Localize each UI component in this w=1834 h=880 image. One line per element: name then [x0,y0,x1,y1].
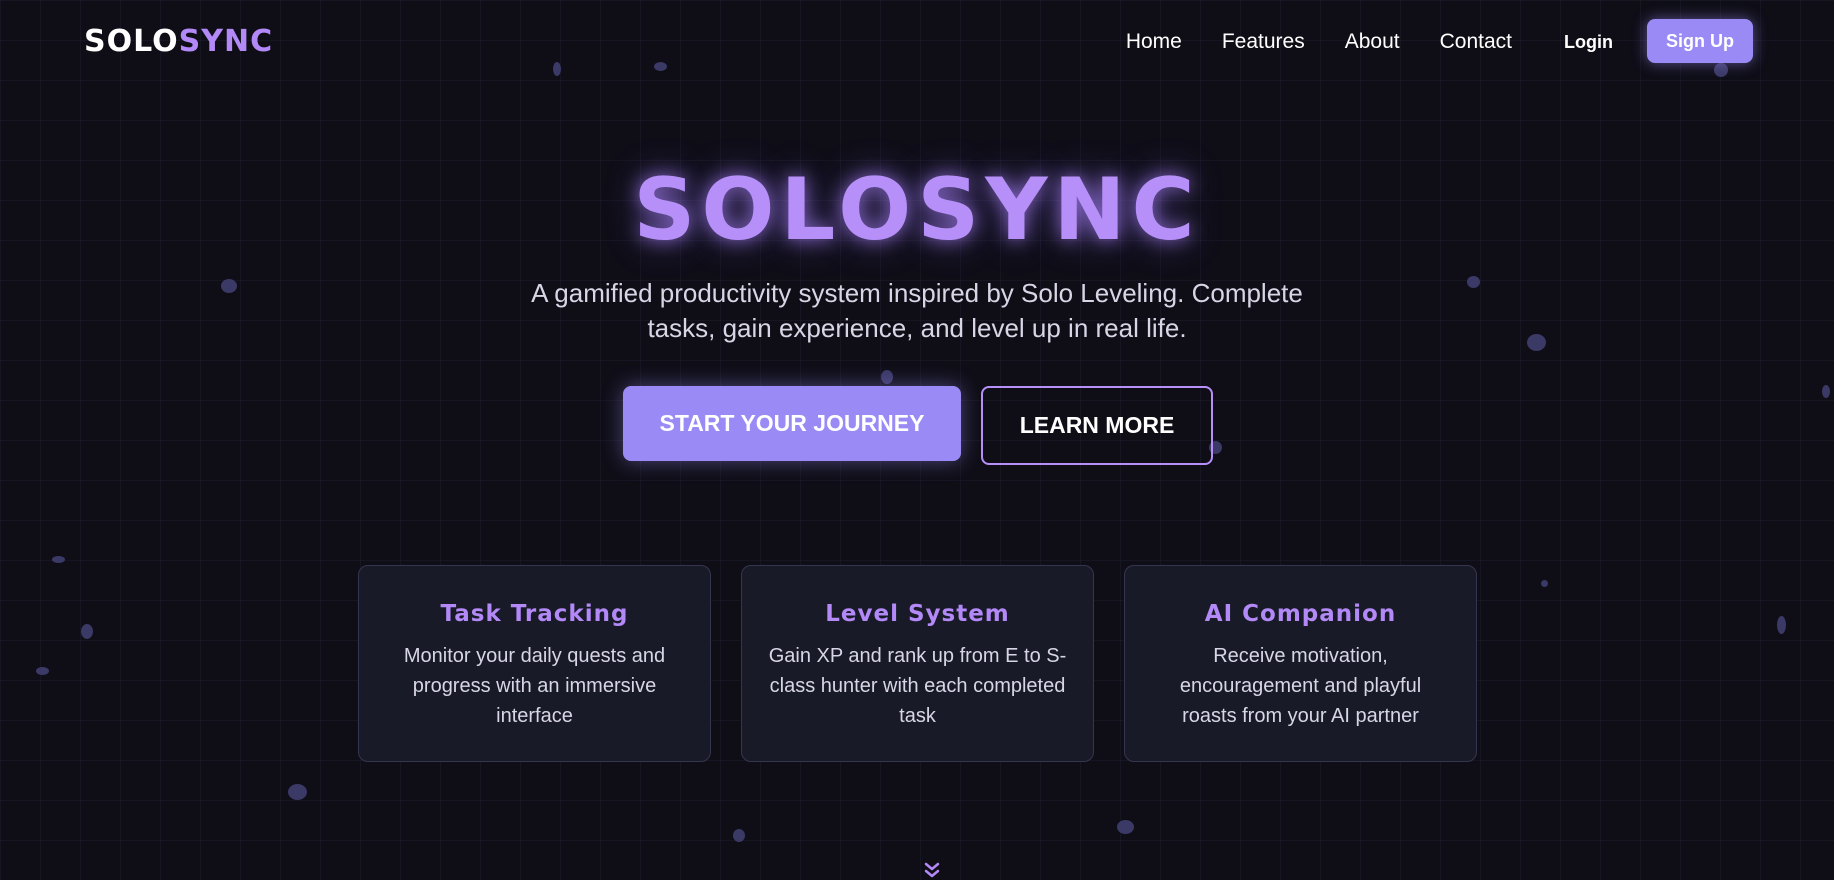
feature-card-ai-companion: AI Companion Receive motivation, encoura… [1124,565,1477,762]
feature-card-title: Level System [825,601,1010,627]
signup-button[interactable]: Sign Up [1647,19,1753,63]
nav-link-about[interactable]: About [1345,29,1400,55]
feature-card-level-system: Level System Gain XP and rank up from E … [741,565,1094,762]
feature-card-description: Gain XP and rank up from E to S-class hu… [768,645,1067,727]
hero-title: SOLOSYNC [633,160,1201,260]
nav-link-contact[interactable]: Contact [1440,29,1512,55]
particle-decoration [221,279,237,293]
feature-card-task-tracking: Task Tracking Monitor your daily quests … [358,565,711,762]
brand-logo[interactable]: SOLOSYNC [84,24,273,60]
login-link[interactable]: Login [1564,29,1613,55]
particle-decoration [81,624,93,639]
particle-decoration [52,556,65,563]
particle-decoration [288,784,307,800]
top-navbar: SOLOSYNC Home Features About Contact Log… [0,0,1834,84]
feature-card-title: Task Tracking [440,601,629,627]
nav-links: Home Features About Contact [1126,29,1512,55]
particle-decoration [1822,385,1830,398]
start-journey-button[interactable]: START YOUR JOURNEY [623,386,961,461]
logo-part-solo: SOLO [84,24,179,59]
particle-decoration [1777,616,1786,634]
particle-decoration [1541,580,1548,587]
hero-subtitle: A gamified productivity system inspired … [531,278,1303,343]
particle-decoration [36,667,49,675]
double-chevron-down-icon[interactable] [920,860,944,880]
particle-decoration [1527,334,1546,351]
nav-link-features[interactable]: Features [1222,29,1305,55]
feature-card-title: AI Companion [1204,601,1397,627]
learn-more-button[interactable]: LEARN MORE [981,386,1213,465]
particle-decoration [1467,276,1480,288]
particle-decoration [1117,820,1134,834]
feature-card-description: Monitor your daily quests and progress w… [403,645,666,727]
particle-decoration [881,370,893,384]
nav-link-home[interactable]: Home [1126,29,1182,55]
feature-card-description: Receive motivation, encouragement and pl… [1179,645,1422,727]
particle-decoration [733,829,745,842]
logo-part-sync: SYNC [178,24,274,59]
